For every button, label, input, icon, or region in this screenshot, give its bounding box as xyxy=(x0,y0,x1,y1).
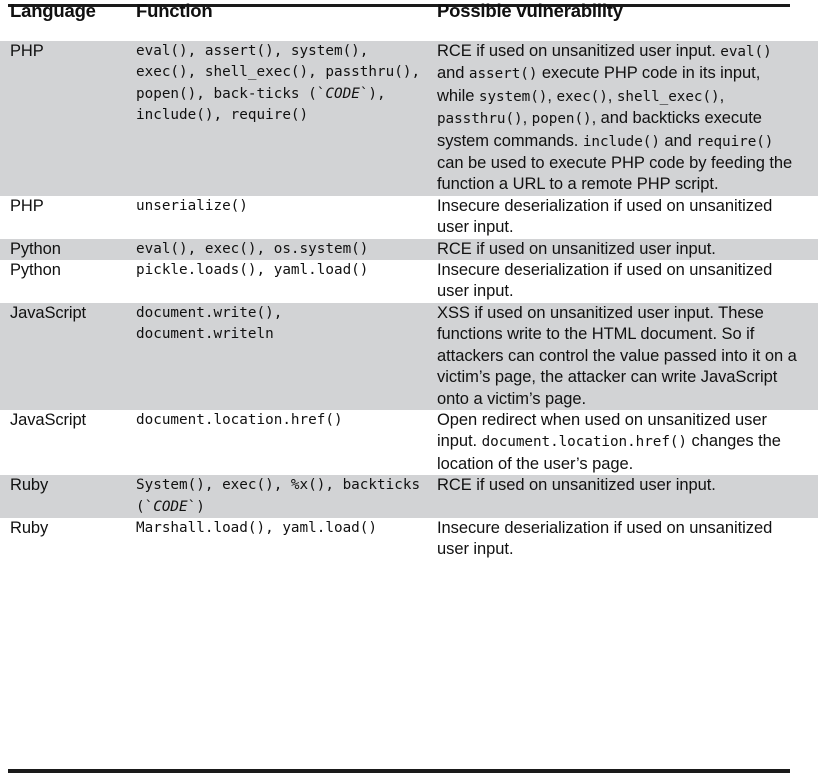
cell-language: PHP xyxy=(0,41,136,196)
text-run: and xyxy=(437,64,469,83)
cell-language: Python xyxy=(0,260,136,303)
cell-vulnerability: RCE if used on unsanitized user input. e… xyxy=(437,41,818,196)
cell-function: eval(), assert(), system(), exec(), shel… xyxy=(136,41,437,196)
inline-code: unserialize() xyxy=(136,197,248,214)
table-header: Language Function Possible vulnerability xyxy=(0,0,818,41)
inline-code: include() xyxy=(582,133,660,150)
inline-code: assert() xyxy=(468,66,538,83)
cell-function: System(), exec(), %x(), backticks (`CODE… xyxy=(136,475,437,518)
vulnerability-table: Language Function Possible vulnerability… xyxy=(0,0,818,561)
cell-language: Ruby xyxy=(0,517,136,561)
inline-code: Marshall.load(), yaml.load() xyxy=(136,519,378,536)
inline-code: exec() xyxy=(556,88,608,105)
cell-language: Python xyxy=(0,238,136,261)
cell-function: Marshall.load(), yaml.load() xyxy=(136,517,437,561)
inline-code: document.location.href() xyxy=(136,411,343,428)
cell-language: JavaScript xyxy=(0,409,136,476)
column-header-vulnerability: Possible vulnerability xyxy=(437,0,623,21)
text-run: can be used to execute PHP code by feedi… xyxy=(437,154,793,194)
text-run: RCE if used on unsanitized user input. xyxy=(437,239,716,258)
cell-function: document.location.href() xyxy=(136,409,437,476)
text-run: , xyxy=(719,86,725,105)
column-header-language: Language xyxy=(10,0,96,21)
text-run: RCE if used on unsanitized user input. xyxy=(437,42,721,60)
cell-vulnerability: Open redirect when used on unsanitized u… xyxy=(437,409,818,476)
inline-code: `) xyxy=(187,498,205,515)
table-row: JavaScript document.location.href() Open r… xyxy=(0,409,818,476)
table-row: JavaScript document.write(), document.wri… xyxy=(0,302,818,410)
text-run: RCE if used on unsanitized user input. xyxy=(437,476,716,495)
text-run: and xyxy=(659,131,697,150)
text-run: XSS if used on unsanitized user input. T… xyxy=(437,303,797,408)
text-run: Insecure deserialization if used on unsa… xyxy=(437,196,773,237)
inline-code: eval(), exec(), os.system() xyxy=(136,240,369,257)
cell-vulnerability: Insecure deserialization if used on unsa… xyxy=(437,260,818,303)
table-row: PHP unserialize() Insecure deserialization… xyxy=(0,195,818,239)
cell-function: eval(), exec(), os.system() xyxy=(136,238,437,261)
text-run: , xyxy=(522,109,532,128)
table-row: Python pickle.loads(), yaml.load() Insecur… xyxy=(0,260,818,303)
inline-code: passthru() xyxy=(437,111,523,128)
cell-vulnerability: Insecure deserialization if used on unsa… xyxy=(437,517,818,561)
inline-code: require() xyxy=(696,133,774,150)
inline-code: document.write(), document.writeln xyxy=(136,304,283,343)
text-run: Insecure deserialization if used on unsa… xyxy=(437,518,773,559)
table-row: Python eval(), exec(), os.system() RCE if … xyxy=(0,238,818,261)
cell-language: Ruby xyxy=(0,475,136,518)
cell-vulnerability: RCE if used on unsanitized user input. xyxy=(437,238,818,261)
table-body: PHP eval(), assert(), system(), exec(), s… xyxy=(0,41,818,561)
inline-code: pickle.loads(), yaml.load() xyxy=(136,262,369,279)
inline-code: document.location.href() xyxy=(481,434,687,451)
table-row: Ruby System(), exec(), %x(), backticks (`… xyxy=(0,475,818,518)
cell-function: pickle.loads(), yaml.load() xyxy=(136,260,437,303)
vulnerability-table-container: Language Function Possible vulnerability… xyxy=(0,0,818,782)
inline-code: shell_exec() xyxy=(616,88,720,105)
inline-code: eval() xyxy=(720,44,772,60)
cell-language: PHP xyxy=(0,195,136,239)
table-header-row: Language Function Possible vulnerability xyxy=(0,0,818,41)
table-bottom-rule xyxy=(8,769,790,773)
text-run: , xyxy=(607,86,617,105)
inline-code-emphasis: CODE xyxy=(325,85,360,102)
cell-vulnerability: XSS if used on unsanitized user input. T… xyxy=(437,302,818,410)
table-row: Ruby Marshall.load(), yaml.load() Insecure… xyxy=(0,517,818,561)
table-row: PHP eval(), assert(), system(), exec(), s… xyxy=(0,41,818,196)
inline-code: system() xyxy=(478,88,548,105)
cell-language: JavaScript xyxy=(0,302,136,410)
column-header-function: Function xyxy=(136,0,213,21)
cell-function: unserialize() xyxy=(136,195,437,239)
text-run: Insecure deserialization if used on unsa… xyxy=(437,261,773,301)
cell-function: document.write(), document.writeln xyxy=(136,302,437,410)
cell-vulnerability: Insecure deserialization if used on unsa… xyxy=(437,195,818,239)
inline-code: popen() xyxy=(531,111,592,128)
inline-code-emphasis: CODE xyxy=(153,498,188,515)
cell-vulnerability: RCE if used on unsanitized user input. xyxy=(437,475,818,518)
